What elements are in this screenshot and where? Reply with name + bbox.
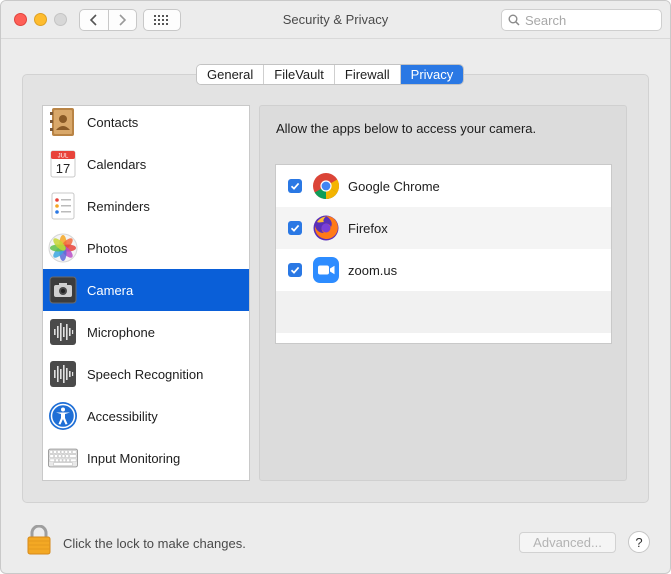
checkmark-icon: [290, 224, 300, 232]
category-label: Input Monitoring: [87, 450, 181, 466]
app-row-firefox[interactable]: Firefox: [276, 207, 611, 249]
camera-permissions-panel: Allow the apps below to access your came…: [259, 105, 627, 481]
category-label: Contacts: [87, 114, 139, 130]
checkmark-icon: [290, 266, 300, 274]
category-label: Accessibility: [87, 408, 158, 424]
tab-privacy[interactable]: Privacy: [399, 65, 464, 84]
allow-checkbox-zoom[interactable]: [288, 263, 302, 277]
app-row-google-chrome[interactable]: Google Chrome: [276, 165, 611, 207]
allow-checkbox-firefox[interactable]: [288, 221, 302, 235]
category-photos[interactable]: Photos: [43, 227, 249, 269]
chrome-icon: [311, 171, 341, 201]
microphone-icon: [48, 317, 78, 347]
category-label: Camera: [87, 282, 134, 298]
svg-text:17: 17: [56, 161, 70, 176]
category-label: Reminders: [87, 198, 150, 214]
category-calendars[interactable]: JUL 17 Calendars: [43, 143, 249, 185]
category-label: Photos: [87, 240, 128, 256]
lock-button[interactable]: [25, 524, 53, 555]
speech-recognition-icon: [48, 359, 78, 389]
help-button[interactable]: ?: [628, 531, 650, 553]
titlebar: Security & Privacy: [1, 1, 670, 39]
tab-filevault[interactable]: FileVault: [263, 65, 334, 84]
app-name: Google Chrome: [348, 178, 440, 194]
tab-general[interactable]: General: [197, 65, 264, 84]
contacts-icon: [48, 107, 78, 137]
category-label: Speech Recognition: [87, 366, 204, 382]
category-microphone[interactable]: Microphone: [43, 311, 249, 353]
app-permission-list[interactable]: Google Chrome Firefox zoom.us: [275, 164, 612, 344]
advanced-button[interactable]: Advanced...: [519, 532, 616, 553]
category-reminders[interactable]: Reminders: [43, 185, 249, 227]
search-field[interactable]: [501, 9, 662, 31]
panel-description: Allow the apps below to access your came…: [276, 121, 537, 136]
category-speech-recognition[interactable]: Speech Recognition: [43, 353, 249, 395]
lock-hint-text: Click the lock to make changes.: [63, 536, 246, 551]
app-name: zoom.us: [348, 262, 398, 278]
security-privacy-window: Security & Privacy General FileVault Fir…: [0, 0, 671, 574]
keyboard-icon: [48, 443, 78, 473]
privacy-category-list[interactable]: Contacts JUL 17 Calendars Reminders Phot…: [42, 105, 250, 481]
accessibility-icon: [48, 401, 78, 431]
checkmark-icon: [290, 182, 300, 190]
zoom-icon: [311, 255, 341, 285]
category-label: Microphone: [87, 324, 155, 340]
camera-icon: [48, 275, 78, 305]
tab-bar: General FileVault Firewall Privacy: [196, 64, 465, 85]
allow-checkbox-google-chrome[interactable]: [288, 179, 302, 193]
search-icon: [508, 14, 520, 26]
category-input-monitoring[interactable]: Input Monitoring: [43, 437, 249, 479]
category-camera[interactable]: Camera: [43, 269, 249, 311]
app-name: Firefox: [348, 220, 388, 236]
reminders-icon: [48, 191, 78, 221]
empty-row: [276, 291, 611, 333]
search-input[interactable]: [525, 12, 655, 28]
tab-firewall[interactable]: Firewall: [333, 65, 400, 84]
svg-text:JUL: JUL: [58, 154, 69, 160]
category-accessibility[interactable]: Accessibility: [43, 395, 249, 437]
lock-icon: [27, 524, 51, 555]
category-label: Calendars: [87, 156, 147, 172]
app-row-zoom[interactable]: zoom.us: [276, 249, 611, 291]
photos-icon: [48, 233, 78, 263]
calendar-icon: JUL 17: [48, 149, 78, 179]
firefox-icon: [311, 213, 341, 243]
category-contacts[interactable]: Contacts: [43, 106, 249, 143]
